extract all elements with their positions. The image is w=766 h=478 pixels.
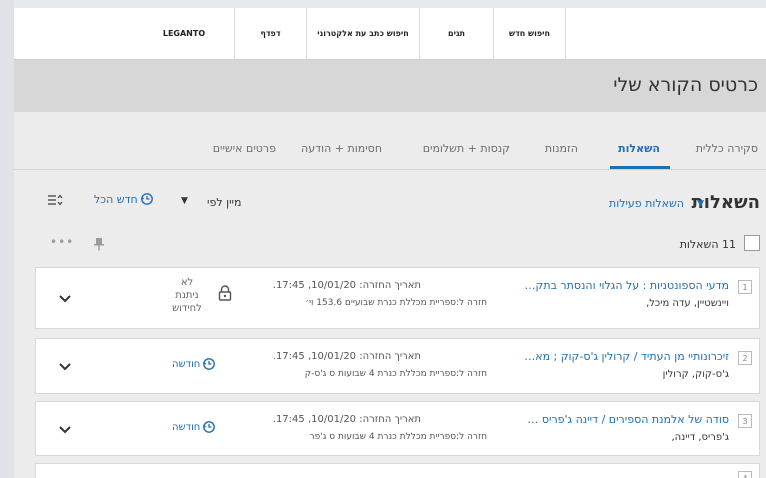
item-title-link[interactable]: זיכרונותיי מן העתיד / קרולין ג'ס-קוק ; מ… (524, 350, 729, 363)
nav-ejournal-search[interactable]: חיפוש כתב עת אלקטרוני (306, 8, 419, 59)
tab-personal-details[interactable]: פרטים אישיים (213, 142, 276, 155)
item-renewed-status: חודשה (172, 357, 216, 371)
status-label: חודשה (172, 421, 201, 433)
account-tabs: סקירה כללית השאלות הזמנות קנסות + תשלומי… (14, 112, 766, 170)
nav-tags[interactable]: תגים (419, 8, 493, 59)
loans-filter-select[interactable]: השאלות פעילות (609, 197, 684, 210)
tab-requests[interactable]: הזמנות (545, 142, 578, 155)
more-actions-icon[interactable]: ••• (50, 235, 74, 249)
item-due-date: תאריך החזרה: 10/01/20, 17:45. (272, 351, 421, 362)
display-options-icon[interactable] (47, 192, 63, 208)
status-line: לחידוש (172, 303, 202, 314)
item-return-location: חזרה ל:ספריית מכללת כנרת 4 שבועות ס ג'ס-… (304, 369, 487, 379)
status-line: לא (180, 277, 194, 288)
item-number[interactable]: 4 (738, 471, 752, 478)
filter-caret-icon[interactable]: ▼ (697, 199, 704, 209)
item-renewed-status: חודשה (172, 420, 216, 434)
item-title-link[interactable]: סודה של אלמנת הספירים / דיינה ג'פריס … (527, 413, 729, 426)
loans-panel: השאלות השאלות פעילות ▼ מיין לפי ▼ חדש הכ… (14, 170, 766, 478)
status-line: ניתנת (175, 290, 199, 301)
renew-all-label: חדש הכל (94, 192, 138, 206)
tab-blocks[interactable]: חסימות + הודעה (301, 142, 382, 155)
item-return-location: חזרה ל:ספריית מכללת כנרת 4 שבועות ס ג'פר (309, 432, 487, 442)
item-author: ויינשטיין, עדה מיכל, (646, 298, 729, 309)
select-all-row: 11 השאלות ••• (14, 233, 766, 255)
item-due-date: תאריך החזרה: 10/01/20, 17:45. (272, 414, 421, 425)
item-number[interactable]: 3 (738, 414, 752, 428)
item-return-location: חזרה ל:ספריית מכללת כנרת שבועיים 153.6 ו… (305, 298, 487, 308)
item-number[interactable]: 1 (738, 280, 752, 294)
chevron-down-icon[interactable] (58, 425, 72, 435)
renew-all-button[interactable]: חדש הכל (94, 192, 154, 206)
nav-leganto[interactable]: LEGANTO (134, 8, 234, 59)
chevron-down-icon[interactable] (58, 294, 72, 304)
item-title-link[interactable]: מדעי הספונטניות : על הגלוי והנסתר בתק… (525, 279, 729, 292)
nav-new-search[interactable]: חיפוש חדש (493, 8, 566, 59)
page-title: כרטיס הקורא שלי (613, 74, 758, 96)
item-author: ג'ס-קוק, קרולין (662, 369, 729, 380)
tab-fines[interactable]: קנסות + תשלומים (423, 142, 510, 155)
loans-count: 11 השאלות (679, 238, 736, 251)
tab-active-indicator (610, 166, 670, 169)
renew-icon (140, 193, 153, 205)
top-strip (14, 0, 766, 8)
sort-label[interactable]: מיין לפי (207, 196, 241, 209)
item-due-date: תאריך החזרה: 10/01/20, 17:45. (272, 280, 421, 291)
loan-item[interactable]: 2 זיכרונותיי מן העתיד / קרולין ג'ס-קוק ;… (35, 338, 760, 394)
item-number[interactable]: 2 (738, 351, 752, 365)
tab-overview[interactable]: סקירה כללית (696, 142, 758, 155)
loan-item[interactable]: 1 מדעי הספונטניות : על הגלוי והנסתר בתק…… (35, 267, 760, 329)
renew-icon (203, 358, 216, 370)
select-all-checkbox[interactable] (744, 235, 760, 251)
lock-icon (218, 285, 232, 301)
pin-icon[interactable] (93, 237, 105, 251)
chevron-down-icon[interactable] (58, 362, 72, 372)
status-label: חודשה (172, 358, 201, 370)
left-gutter (0, 0, 14, 478)
page-header: כרטיס הקורא שלי (14, 60, 766, 112)
loan-item[interactable]: 3 סודה של אלמנת הספירים / דיינה ג'פריס …… (35, 401, 760, 456)
nav-browse[interactable]: דפדף (234, 8, 306, 59)
sort-caret-icon[interactable]: ▼ (181, 196, 188, 206)
app-frame: LEGANTO דפדף חיפוש כתב עת אלקטרוני תגים … (0, 0, 766, 478)
top-nav: LEGANTO דפדף חיפוש כתב עת אלקטרוני תגים … (14, 8, 766, 60)
renew-icon (203, 421, 216, 433)
loan-item[interactable]: 4 (35, 463, 760, 478)
item-author: ג'פריס, דיינה, (671, 432, 730, 443)
tab-loans[interactable]: השאלות (618, 142, 660, 155)
item-not-renewable-status: לא ניתנת לחידוש (162, 276, 212, 315)
